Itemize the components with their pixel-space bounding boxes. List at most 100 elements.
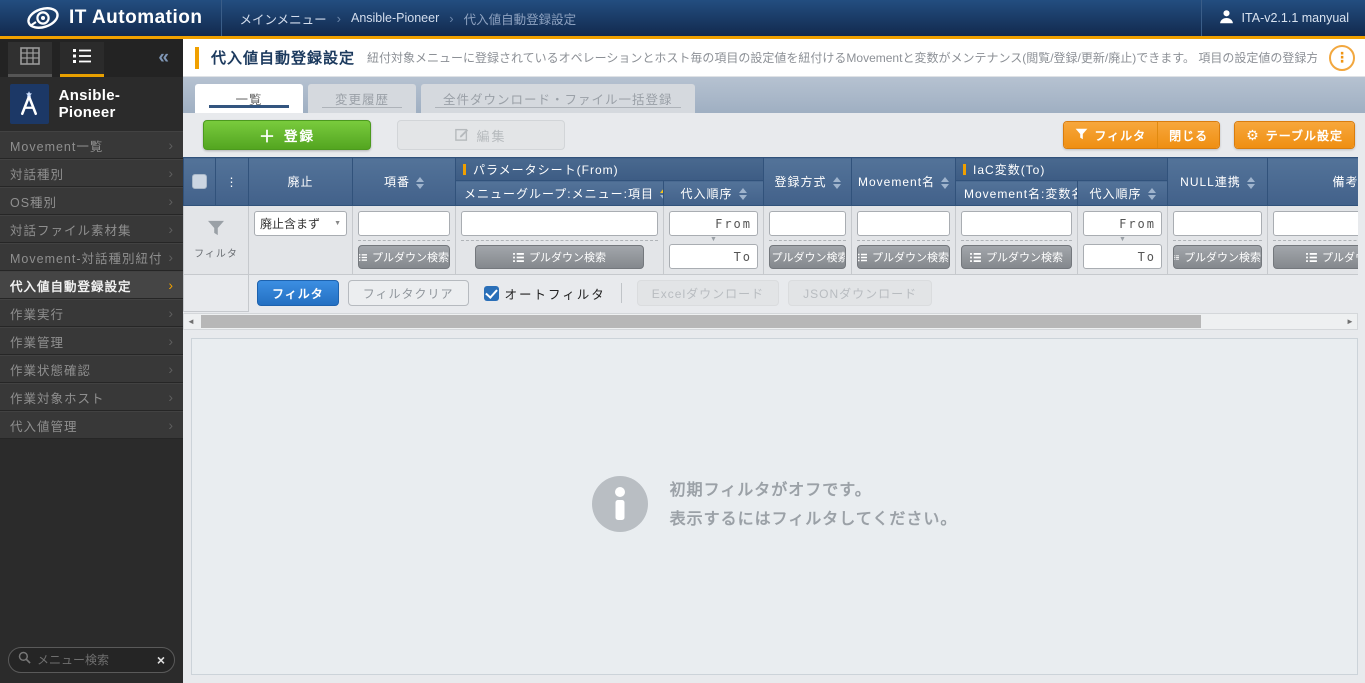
- sidebar-item-operation-management[interactable]: 作業管理›: [0, 327, 183, 355]
- sort-icon[interactable]: [833, 177, 841, 189]
- sidebar-item-operation-execute[interactable]: 作業実行›: [0, 299, 183, 327]
- scrollbar-thumb[interactable]: [201, 315, 1201, 328]
- sort-icon[interactable]: [941, 177, 949, 189]
- filter-actions-left-cell: [184, 275, 249, 312]
- sidebar-item-dialog-type[interactable]: 対話種別›: [0, 159, 183, 187]
- null-link-pulldown-search-button[interactable]: プルダウン検索: [1173, 245, 1262, 269]
- tab-bulk-download-register[interactable]: 全件ダウンロード・ファイル一括登録: [421, 84, 695, 113]
- empty-state-line2: 表示するにはフィルタしてください。: [670, 506, 958, 535]
- gear-icon: ⚙: [1246, 127, 1260, 144]
- chevron-right-icon: ›: [168, 193, 173, 209]
- sidebar-item-movement-list[interactable]: Movement一覧›: [0, 131, 183, 159]
- breadcrumb-main-menu[interactable]: メインメニュー: [240, 9, 327, 28]
- tab-change-history[interactable]: 変更履歴: [308, 84, 416, 113]
- main-content: 代入値自動登録設定 紐付対象メニューに登録されているオペレーションとホスト毎の項…: [183, 39, 1365, 683]
- ansible-pioneer-logo: [10, 84, 49, 124]
- clear-search-icon[interactable]: ×: [157, 652, 165, 668]
- tab-list[interactable]: 一覧: [195, 84, 303, 113]
- table-settings-button[interactable]: ⚙ テーブル設定: [1235, 122, 1354, 148]
- filter-close-button[interactable]: 閉じる: [1157, 122, 1219, 148]
- movement-name-filter-input[interactable]: [857, 211, 950, 236]
- vertical-dots-icon: ⋮: [1335, 49, 1349, 66]
- excel-download-button[interactable]: Excelダウンロード: [637, 280, 779, 306]
- sort-icon[interactable]: [416, 177, 424, 189]
- registration-method-filter-input[interactable]: [769, 211, 846, 236]
- clear-filter-button[interactable]: フィルタクリア: [348, 280, 469, 306]
- column-header-movement-var-name[interactable]: Movement名:変数名: [956, 181, 1078, 206]
- select-all-header: [184, 158, 216, 206]
- filter-open-button[interactable]: フィルタ: [1064, 122, 1157, 148]
- filter-row-label-cell: フィルタ: [184, 206, 249, 275]
- substitution-order-to-input[interactable]: [669, 244, 758, 269]
- substitution-order-to-to-input[interactable]: [1083, 244, 1162, 269]
- sidebar: « Ansible-Pioneer Movement一覧› 対話種別› OS種別…: [0, 39, 183, 683]
- description-more-button[interactable]: ⋮: [1329, 45, 1355, 71]
- substitution-order-from-input[interactable]: [669, 211, 758, 236]
- sort-icon[interactable]: [1148, 188, 1156, 200]
- sidebar-menu: Movement一覧› 対話種別› OS種別› 対話ファイル素材集› Movem…: [0, 131, 183, 439]
- empty-state: 初期フィルタがオフです。 表示するにはフィルタしてください。: [592, 476, 958, 537]
- sidebar-item-substitution-value-management[interactable]: 代入値管理›: [0, 411, 183, 439]
- filter-cell-movement-var-name: プルダウン検索: [956, 206, 1078, 275]
- breadcrumb: メインメニュー › Ansible-Pioneer › 代入値自動登録設定: [222, 9, 577, 28]
- movement-var-name-pulldown-search-button[interactable]: プルダウン検索: [961, 245, 1072, 269]
- sidebar-item-operation-status-check[interactable]: 作業状態確認›: [0, 355, 183, 383]
- sort-icon-ascending[interactable]: [660, 188, 664, 200]
- menu-group-item-filter-input[interactable]: [461, 211, 658, 236]
- auto-filter-toggle[interactable]: オートフィルタ: [484, 284, 606, 303]
- column-header-registration-method[interactable]: 登録方式: [764, 158, 852, 206]
- breadcrumb-ansible-pioneer[interactable]: Ansible-Pioneer: [351, 11, 439, 25]
- column-header-substitution-order-from[interactable]: 代入順序: [664, 181, 764, 206]
- item-no-pulldown-search-button[interactable]: プルダウン検索: [358, 245, 450, 269]
- sidebar-tab-grid-view[interactable]: [8, 42, 52, 77]
- json-download-button[interactable]: JSONダウンロード: [788, 280, 932, 306]
- horizontal-scrollbar[interactable]: ◄ ►: [183, 313, 1358, 330]
- discard-filter-select[interactable]: 廃止含まず ▼: [254, 211, 347, 236]
- select-all-checkbox[interactable]: [192, 174, 207, 189]
- app-logo[interactable]: IT Automation: [0, 0, 221, 36]
- sidebar-item-substitution-auto-registration[interactable]: 代入値自動登録設定›: [0, 271, 183, 299]
- edit-button[interactable]: 編集: [397, 120, 565, 150]
- column-header-null-link[interactable]: NULL連携: [1168, 158, 1268, 206]
- menu-search-input[interactable]: [37, 653, 151, 667]
- divider: [857, 240, 950, 241]
- item-no-filter-input[interactable]: [358, 211, 450, 236]
- sidebar-item-target-host[interactable]: 作業対象ホスト›: [0, 383, 183, 411]
- group-accent-bar: [963, 164, 966, 175]
- column-header-item-no[interactable]: 項番: [353, 158, 456, 206]
- substitution-order-to-from-input[interactable]: [1083, 211, 1162, 236]
- movement-name-pulldown-search-button[interactable]: プルダウン検索: [857, 245, 950, 269]
- column-header-substitution-order-to[interactable]: 代入順序: [1078, 181, 1168, 206]
- range-arrow-icon: ▼: [1083, 236, 1162, 244]
- filter-cell-substitution-order-to: ▼: [1078, 206, 1168, 275]
- sidebar-item-os-type[interactable]: OS種別›: [0, 187, 183, 215]
- remarks-filter-input[interactable]: [1273, 211, 1358, 236]
- filter-cell-null-link: プルダウン検索: [1168, 206, 1268, 275]
- sidebar-collapse-button[interactable]: «: [144, 39, 183, 77]
- sidebar-item-dialog-file-collection[interactable]: 対話ファイル素材集›: [0, 215, 183, 243]
- chevron-right-icon: ›: [168, 221, 173, 237]
- sort-icon[interactable]: [1247, 177, 1255, 189]
- apply-filter-button[interactable]: フィルタ: [257, 280, 339, 306]
- divider: [461, 240, 658, 241]
- group-accent-bar: [463, 164, 466, 175]
- sidebar-tab-list-view[interactable]: [60, 42, 104, 77]
- row-menu-header[interactable]: ⋮: [216, 158, 249, 206]
- chevron-right-icon: ›: [168, 417, 173, 433]
- menu-group-item-pulldown-search-button[interactable]: プルダウン検索: [475, 245, 644, 269]
- sidebar-item-movement-dialog-link[interactable]: Movement-対話種別紐付›: [0, 243, 183, 271]
- registration-method-pulldown-search-button[interactable]: プルダウン検索: [769, 245, 846, 269]
- scroll-left-arrow[interactable]: ◄: [184, 314, 198, 329]
- checkbox-checked-icon[interactable]: [484, 286, 499, 301]
- sort-icon[interactable]: [739, 188, 747, 200]
- scroll-right-arrow[interactable]: ►: [1343, 314, 1357, 329]
- null-link-filter-input[interactable]: [1173, 211, 1262, 236]
- column-header-movement-name[interactable]: Movement名: [852, 158, 956, 206]
- movement-var-name-filter-input[interactable]: [961, 211, 1072, 236]
- register-button[interactable]: ＋ 登録: [203, 120, 371, 150]
- user-menu[interactable]: ITA-v2.1.1 manyual: [1201, 0, 1365, 36]
- menu-search-box: ×: [8, 647, 175, 673]
- column-header-remarks[interactable]: 備考: [1268, 158, 1358, 206]
- remarks-pulldown-search-button[interactable]: プルダウン検索: [1273, 245, 1358, 269]
- column-header-menu-group-item[interactable]: メニューグループ:メニュー:項目: [456, 181, 664, 206]
